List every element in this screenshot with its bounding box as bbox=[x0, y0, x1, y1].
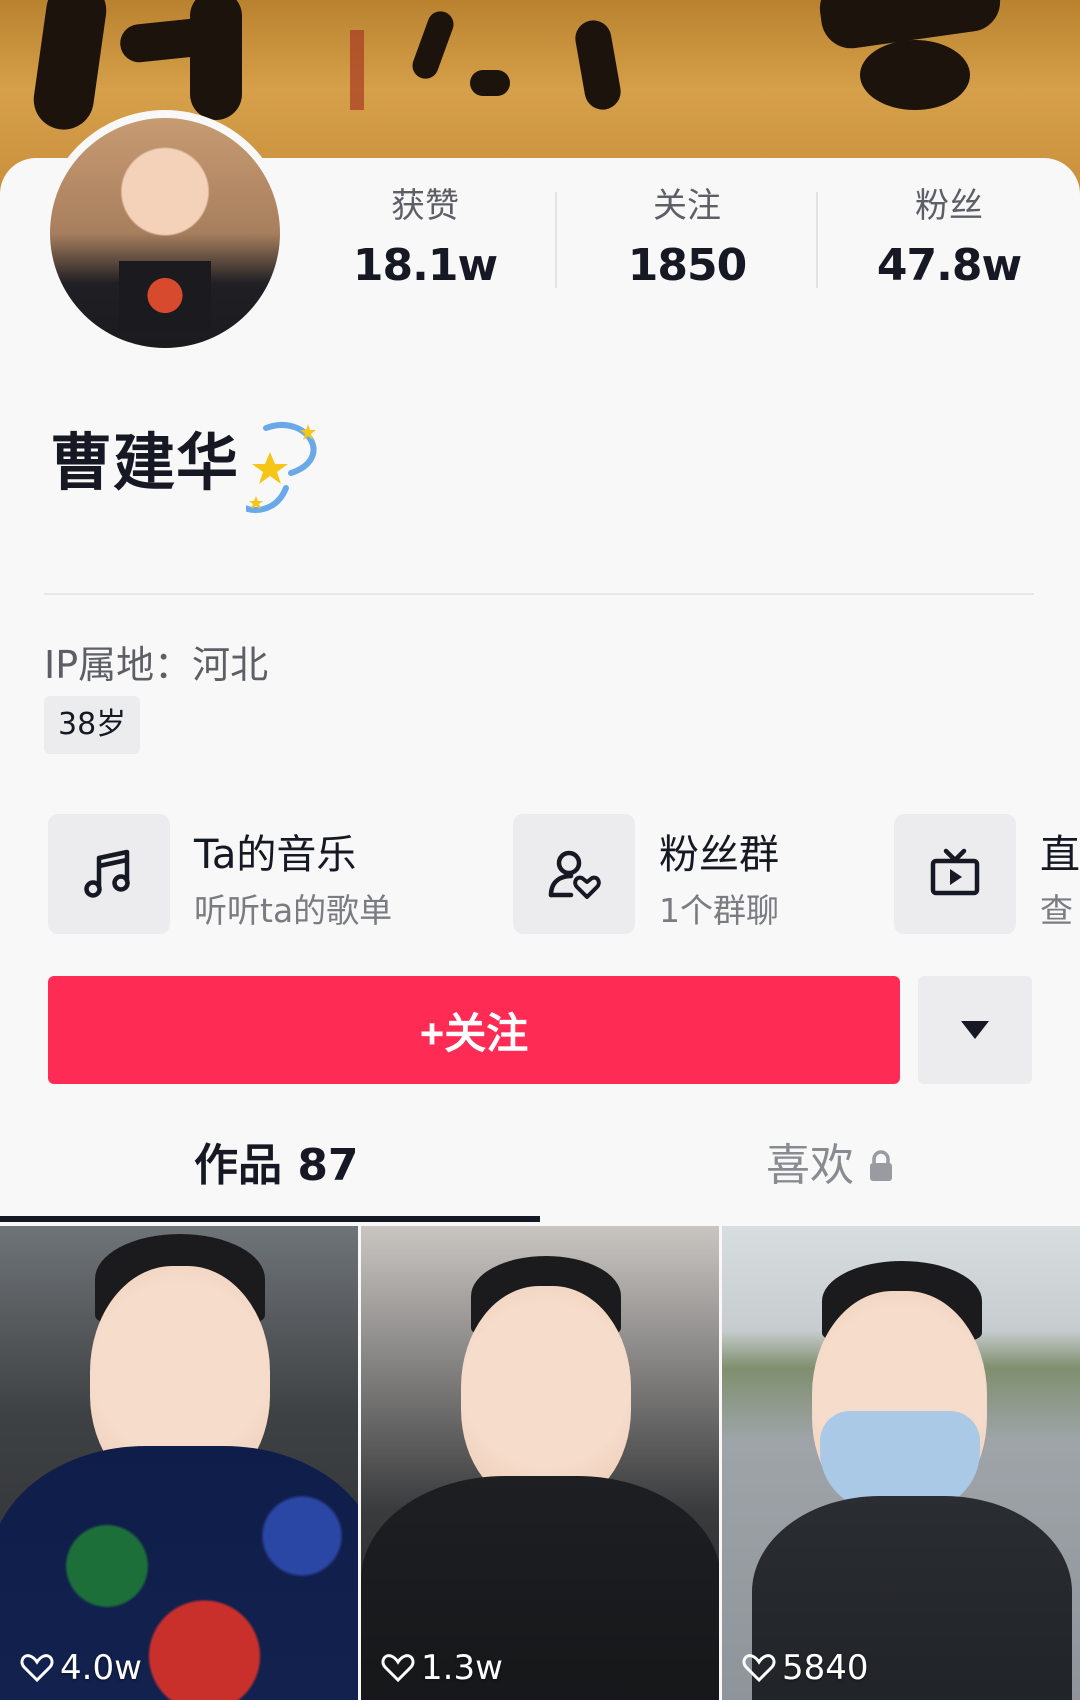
stat-likes[interactable]: 获赞 18.1w bbox=[310, 186, 540, 294]
fan-group-icon bbox=[513, 814, 635, 934]
avatar-photo bbox=[50, 118, 280, 348]
video-thumbnail[interactable]: 4.0w bbox=[0, 1226, 358, 1700]
music-note-icon bbox=[48, 814, 170, 934]
calligraphy-stroke bbox=[470, 70, 510, 96]
caret-down-icon bbox=[961, 1021, 989, 1039]
fan-group-entry[interactable]: 粉丝群 1个群聊 bbox=[513, 812, 843, 936]
stat-label: 获赞 bbox=[391, 186, 459, 226]
calligraphy-stroke bbox=[29, 0, 111, 134]
heart-icon bbox=[742, 1654, 776, 1683]
video-thumbnail[interactable]: 1.3w bbox=[361, 1226, 719, 1700]
avatar[interactable] bbox=[42, 110, 288, 356]
heart-icon bbox=[20, 1654, 54, 1683]
stat-value: 18.1w bbox=[352, 240, 498, 291]
tv-icon bbox=[894, 814, 1016, 934]
calligraphy-stroke bbox=[190, 0, 242, 120]
stat-label: 关注 bbox=[653, 186, 721, 226]
stat-divider bbox=[555, 192, 557, 288]
ip-location: IP属地：河北 bbox=[44, 643, 269, 687]
fan-group-subtitle: 1个群聊 bbox=[659, 891, 779, 930]
music-title: Ta的音乐 bbox=[194, 832, 357, 878]
profile-name: 曹建华 bbox=[50, 426, 240, 499]
tab-likes[interactable]: 喜欢 bbox=[766, 1136, 894, 1196]
video-likes-count: 5840 bbox=[782, 1648, 869, 1688]
stat-followers[interactable]: 粉丝 47.8w bbox=[834, 186, 1064, 294]
section-divider bbox=[44, 593, 1034, 595]
calligraphy-stroke bbox=[408, 7, 458, 83]
video-likes: 1.3w bbox=[381, 1648, 503, 1688]
music-subtitle: 听听ta的歌单 bbox=[194, 891, 393, 930]
stat-value: 47.8w bbox=[876, 240, 1022, 291]
tab-likes-label: 喜欢 bbox=[766, 1140, 854, 1191]
seal-mark bbox=[350, 30, 364, 110]
lock-icon bbox=[870, 1150, 892, 1181]
age-tag: 38岁 bbox=[44, 696, 141, 754]
video-thumbnail[interactable]: 5840 bbox=[722, 1226, 1080, 1700]
video-likes: 5840 bbox=[742, 1648, 869, 1688]
video-likes-count: 1.3w bbox=[421, 1648, 503, 1688]
stat-value: 1850 bbox=[627, 240, 747, 291]
video-grid: 4.0w 1.3w 5840 bbox=[0, 1226, 1080, 1700]
calligraphy-stroke bbox=[572, 17, 624, 113]
stat-divider bbox=[816, 192, 818, 288]
live-title: 直 bbox=[1040, 832, 1080, 878]
music-entry[interactable]: Ta的音乐 听听ta的歌单 bbox=[48, 812, 468, 936]
stat-label: 粉丝 bbox=[915, 186, 983, 226]
more-options-button[interactable] bbox=[918, 976, 1032, 1084]
video-likes: 4.0w bbox=[20, 1648, 142, 1688]
calligraphy-stroke bbox=[860, 40, 970, 110]
sparkle-decoration-icon bbox=[246, 422, 317, 513]
stat-following[interactable]: 关注 1850 bbox=[572, 186, 802, 294]
follow-button[interactable]: +关注 bbox=[48, 976, 900, 1084]
heart-icon bbox=[381, 1654, 415, 1683]
live-entry[interactable]: 直 查 bbox=[894, 812, 1080, 936]
active-tab-indicator bbox=[0, 1216, 540, 1222]
live-subtitle: 查 bbox=[1040, 891, 1073, 930]
tab-works[interactable]: 作品 87 bbox=[194, 1136, 359, 1196]
fan-group-title: 粉丝群 bbox=[659, 832, 779, 878]
video-likes-count: 4.0w bbox=[60, 1648, 142, 1688]
